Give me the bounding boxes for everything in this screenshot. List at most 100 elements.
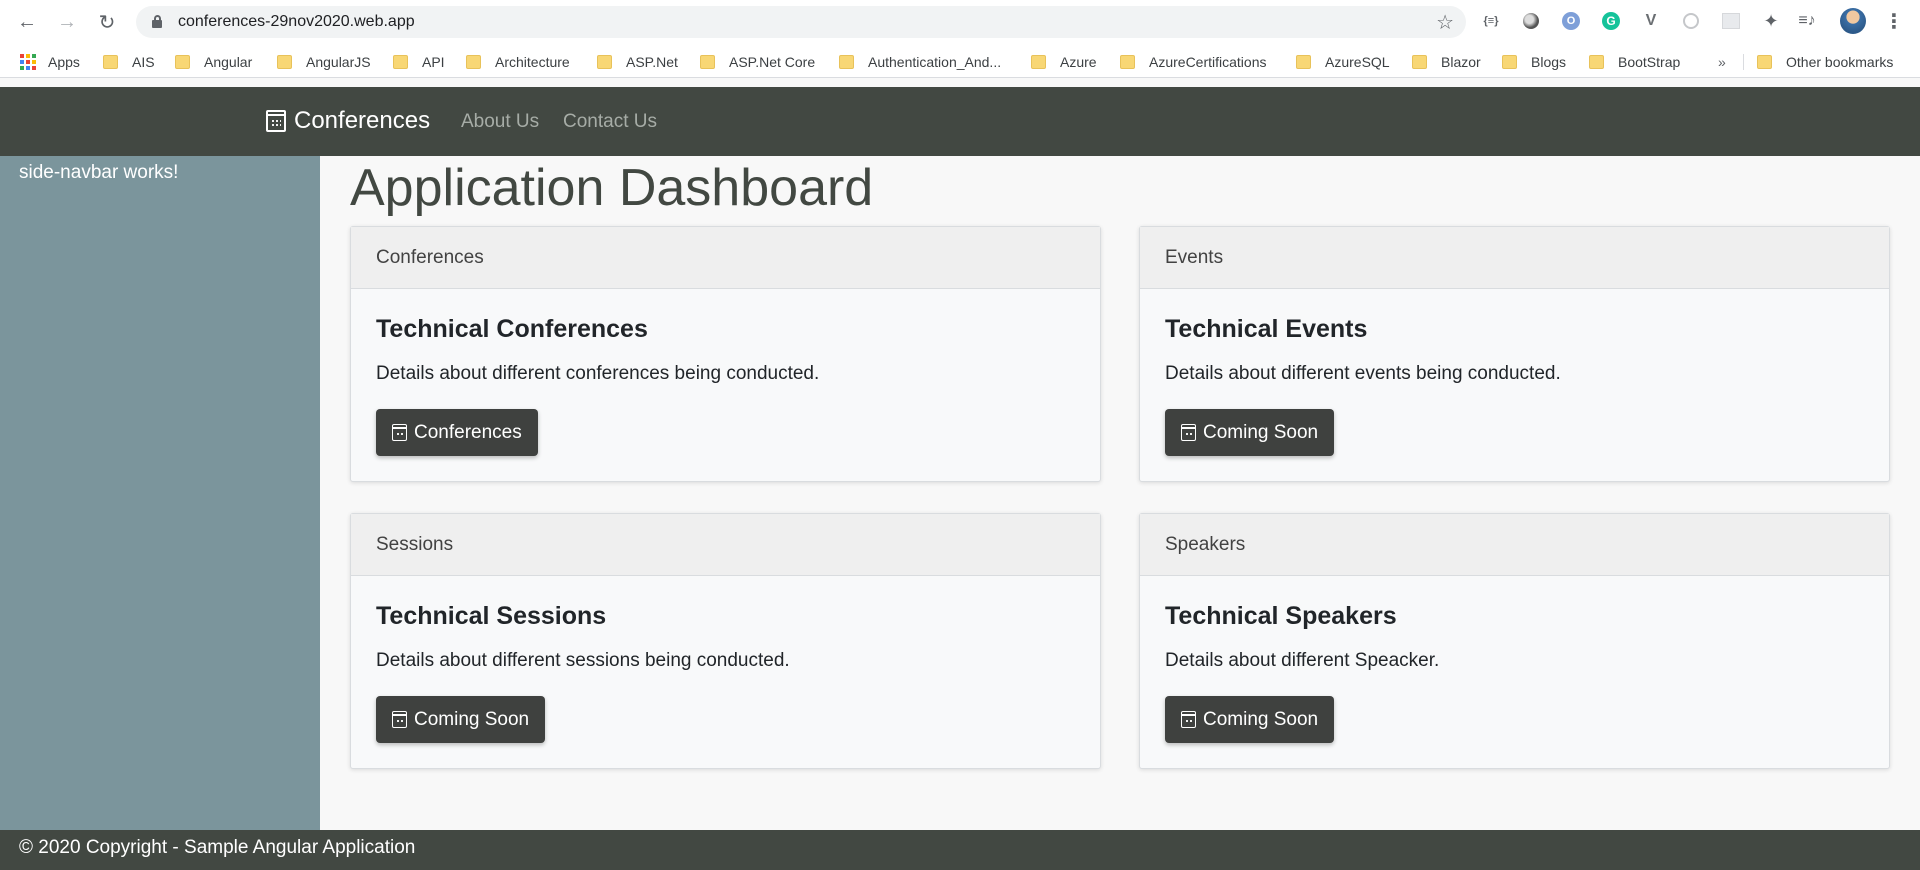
footer-copyright: © 2020 Copyright - Sample Angular Applic… (19, 837, 416, 858)
card-conferences: Conferences Technical Conferences Detail… (350, 226, 1101, 482)
bookmark-label: Authentication_And... (868, 54, 1002, 70)
bookmark-label: Apps (48, 54, 80, 70)
folder-icon (597, 55, 612, 69)
bookmark-label: AzureSQL (1325, 54, 1390, 70)
folder-icon (103, 55, 118, 69)
bookmark-label: ASP.Net (626, 54, 678, 70)
apps-grid-icon (20, 54, 36, 70)
bookmarks-divider (1743, 54, 1744, 70)
folder-icon (1296, 55, 1311, 69)
bookmark-label: Architecture (495, 54, 570, 70)
card-speakers: Speakers Technical Speakers Details abou… (1139, 513, 1890, 769)
folder-icon (466, 55, 481, 69)
bookmark-folder[interactable]: Architecture (466, 52, 570, 72)
bookmark-folder[interactable]: Angular (175, 52, 252, 72)
folder-icon (1502, 55, 1517, 69)
bookmark-folder[interactable]: BootStrap (1589, 52, 1680, 72)
nav-link-about-us[interactable]: About Us (461, 111, 539, 133)
conferences-button[interactable]: Conferences (376, 409, 538, 456)
bookmark-label: Angular (204, 54, 253, 70)
calendar-icon (1181, 424, 1196, 441)
card-events: Events Technical Events Details about di… (1139, 226, 1890, 482)
o-extension-icon[interactable]: O (1560, 10, 1582, 32)
speakers-coming-soon-button[interactable]: Coming Soon (1165, 696, 1335, 743)
brand-label: Conferences (294, 107, 431, 134)
bookmark-folder[interactable]: AzureSQL (1296, 52, 1390, 72)
card-header: Conferences (351, 227, 1100, 289)
bookmark-folder[interactable]: Authentication_And... (839, 52, 1001, 72)
lock-icon[interactable] (152, 15, 162, 28)
reading-list-icon[interactable]: ≡♪ (1796, 10, 1818, 32)
card-title: Technical Sessions (376, 602, 607, 630)
main-content: Application Dashboard Conferences Techni… (320, 156, 1920, 830)
bookmark-folder[interactable]: Blogs (1502, 52, 1566, 72)
card-title: Technical Speakers (1165, 602, 1397, 630)
button-label: Coming Soon (1203, 421, 1319, 443)
vue-devtools-icon[interactable]: V (1640, 10, 1662, 32)
puzzle-extensions-icon[interactable]: ✦ (1760, 10, 1782, 32)
card-title: Technical Conferences (376, 315, 648, 343)
bookmark-label: AzureCertifications (1149, 54, 1267, 70)
url-text[interactable]: conferences-29nov2020.web.app (178, 13, 415, 31)
bookmark-label: ASP.Net Core (729, 54, 816, 70)
gray-circle-extension-icon[interactable] (1680, 10, 1702, 32)
bookmark-label: API (422, 54, 445, 70)
card-header: Speakers (1140, 514, 1889, 576)
folder-icon (700, 55, 715, 69)
forward-arrow-icon[interactable]: → (53, 8, 81, 36)
bookmark-folder[interactable]: Azure (1031, 52, 1097, 72)
button-label: Coming Soon (1203, 708, 1319, 730)
bookmarks-overflow-button[interactable]: » (1718, 54, 1726, 70)
json-formatter-icon[interactable]: {≡} (1480, 10, 1502, 32)
bookmark-folder[interactable]: ASP.Net (597, 52, 678, 72)
bookmark-star-icon[interactable]: ☆ (1436, 10, 1454, 35)
folder-icon (839, 55, 854, 69)
folder-icon (175, 55, 190, 69)
grammarly-icon[interactable]: G (1600, 10, 1622, 32)
bookmarks-bar: Apps AIS Angular AngularJS API Architect… (0, 44, 1920, 78)
nav-link-contact-us[interactable]: Contact Us (563, 111, 657, 133)
calendar-icon (392, 424, 407, 441)
card-text: Details about different Speacker. (1165, 650, 1440, 671)
reload-icon[interactable]: ↻ (93, 8, 121, 36)
bookmark-other-folder[interactable]: Other bookmarks (1757, 52, 1893, 72)
bookmark-label: AngularJS (306, 54, 371, 70)
side-navbar: side-navbar works! (0, 156, 320, 830)
bookmark-folder[interactable]: AIS (103, 52, 155, 72)
calendar-icon (266, 110, 286, 132)
bookmark-folder[interactable]: AngularJS (277, 52, 371, 72)
browser-menu-icon[interactable]: ⋮ (1884, 9, 1904, 34)
sessions-coming-soon-button[interactable]: Coming Soon (376, 696, 546, 743)
address-bar[interactable]: conferences-29nov2020.web.app ☆ (136, 6, 1466, 38)
bookmark-label: AIS (132, 54, 155, 70)
card-sessions: Sessions Technical Sessions Details abou… (350, 513, 1101, 769)
events-coming-soon-button[interactable]: Coming Soon (1165, 409, 1335, 456)
card-title: Technical Events (1165, 315, 1368, 343)
button-label: Conferences (414, 421, 522, 443)
bookmark-folder[interactable]: AzureCertifications (1120, 52, 1267, 72)
folder-icon (277, 55, 292, 69)
browser-toolbar: ← → ↻ conferences-29nov2020.web.app ☆ {≡… (0, 0, 1920, 44)
folder-icon (1412, 55, 1427, 69)
circle-extension-icon[interactable] (1520, 10, 1542, 32)
bookmark-label: Blogs (1531, 54, 1567, 70)
folder-icon (1031, 55, 1046, 69)
footer: © 2020 Copyright - Sample Angular Applic… (0, 830, 1920, 870)
gray-square-extension-icon[interactable] (1720, 10, 1742, 32)
bookmark-label: Azure (1060, 54, 1097, 70)
app-navbar: Conferences About Us Contact Us (0, 87, 1920, 156)
brand-link[interactable]: Conferences (266, 107, 430, 135)
folder-icon (393, 55, 408, 69)
bookmark-apps[interactable]: Apps (20, 52, 80, 72)
calendar-icon (392, 711, 407, 728)
folder-icon (1589, 55, 1604, 69)
profile-avatar[interactable] (1840, 8, 1866, 34)
button-label: Coming Soon (414, 708, 530, 730)
back-arrow-icon[interactable]: ← (13, 8, 41, 36)
page-title: Application Dashboard (350, 159, 874, 217)
bookmark-folder[interactable]: ASP.Net Core (700, 52, 815, 72)
bookmark-folder[interactable]: API (393, 52, 445, 72)
card-text: Details about different sessions being c… (376, 650, 790, 671)
card-header: Events (1140, 227, 1889, 289)
bookmark-folder[interactable]: Blazor (1412, 52, 1481, 72)
